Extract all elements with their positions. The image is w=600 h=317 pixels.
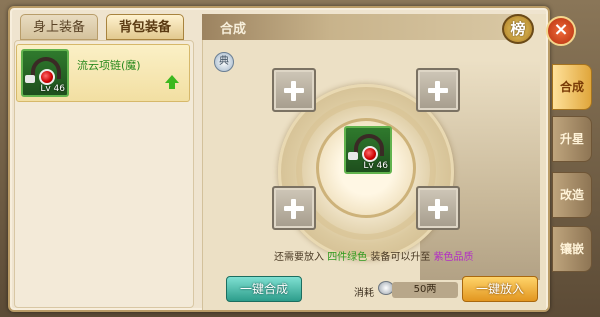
material-slot-bottom-left[interactable] [272,186,316,230]
hint-purple: 紫色品质 [433,252,474,263]
material-slot-bottom-right[interactable] [416,186,460,230]
plus-icon [435,81,440,101]
side-tab-inlay[interactable]: 镶嵌 [552,226,592,272]
lock-icon [348,152,358,160]
gem-icon [39,69,55,85]
item-name: 流云项链(魔) [77,59,141,72]
plus-icon [291,81,296,101]
tab-equipped[interactable]: 身上装备 [20,14,98,40]
side-tab-refit[interactable]: 改造 [552,172,592,218]
title-bar [202,14,522,40]
list-item[interactable]: Lv 46 流云项链(魔) [16,44,190,102]
side-tab-merge[interactable]: 合成 [552,64,592,110]
cost-label: 消耗 [354,288,374,299]
hint-middle: 装备可以升至 [370,252,434,263]
target-item-slot[interactable]: Lv 46 [344,126,392,174]
dictionary-icon[interactable]: 典 [214,52,234,72]
close-button[interactable]: × [546,16,576,46]
plus-icon [291,199,296,219]
lock-icon [25,75,35,83]
page-title: 合成 [220,22,247,37]
hint-green: 四件绿色 [327,252,368,263]
one-click-add-button[interactable]: 一键放入 [462,276,538,302]
side-tab-star[interactable]: 升星 [552,116,592,162]
tab-bag[interactable]: 背包装备 [106,14,184,40]
item-level: Lv 46 [363,161,388,171]
plus-icon [435,199,440,219]
upgrade-arrow-icon [165,75,179,89]
necklace-icon: Lv 46 [21,49,69,97]
upgrade-hint: 还需要放入 四件绿色 装备可以升至 紫色品质 [274,248,474,263]
hint-prefix: 还需要放入 [274,252,324,263]
material-slot-top-left[interactable] [272,68,316,112]
item-level: Lv 46 [40,84,65,94]
rank-button[interactable]: 榜 [502,14,534,44]
cost-value: 50两 [392,282,458,298]
one-click-merge-button[interactable]: 一键合成 [226,276,302,302]
material-slot-top-right[interactable] [416,68,460,112]
gem-icon [362,146,378,162]
